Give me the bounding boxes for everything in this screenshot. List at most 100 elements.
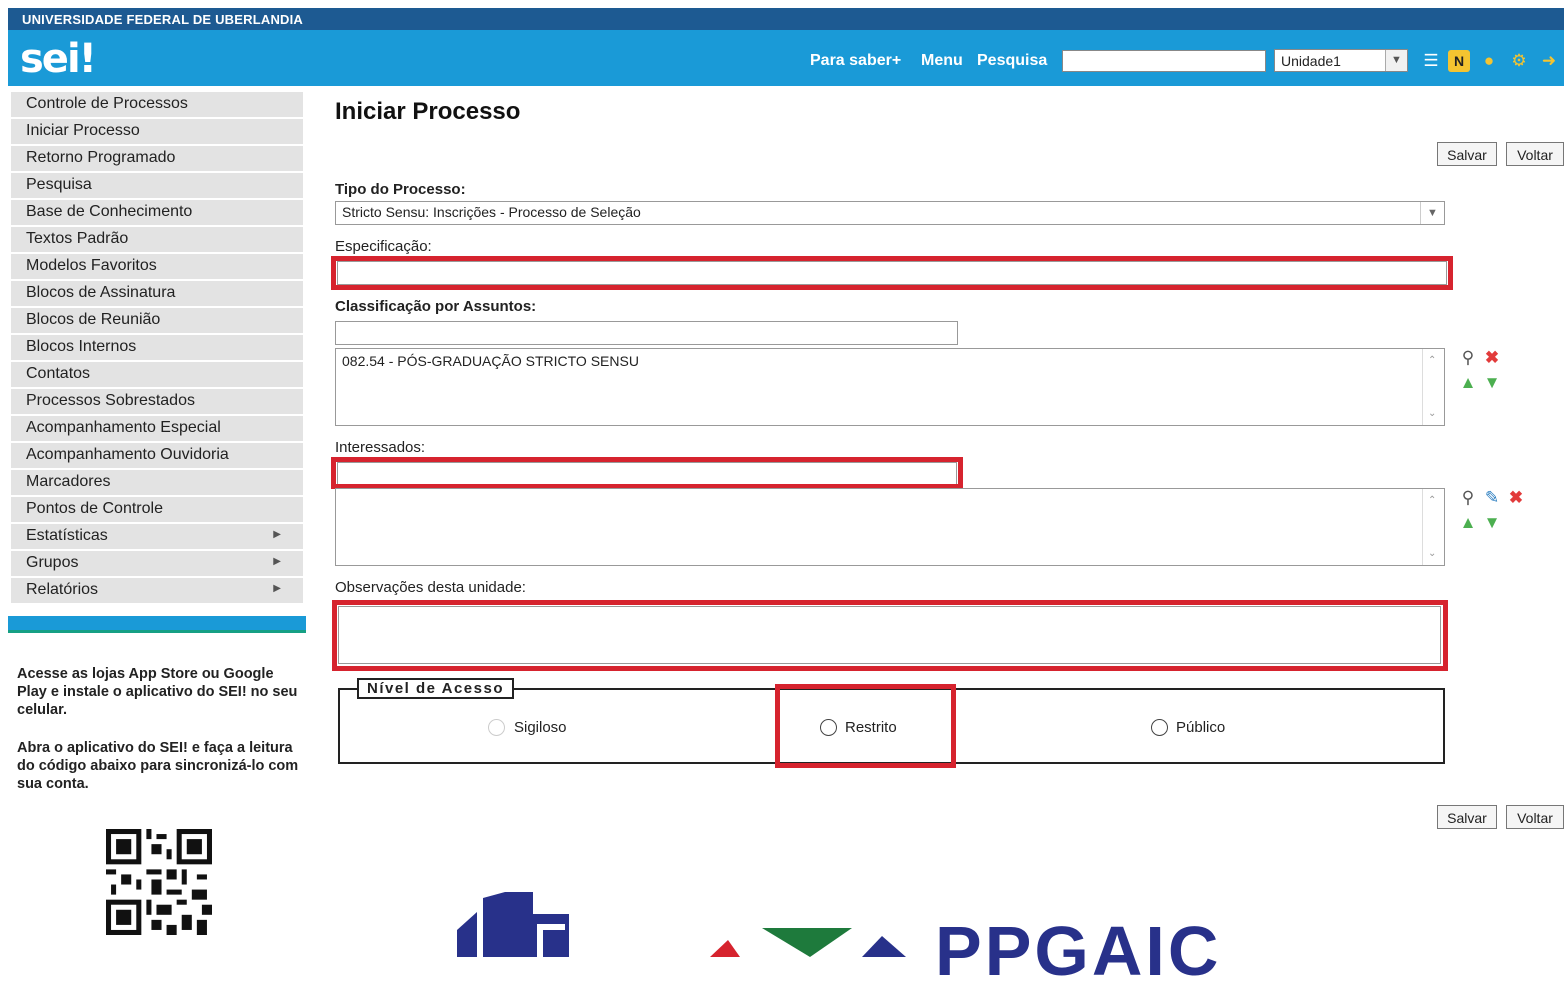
scrollbar[interactable]: ⌃ ⌄ bbox=[1422, 349, 1444, 425]
classificacao-list[interactable]: 082.54 - PÓS-GRADUAÇÃO STRICTO SENSU ⌃ ⌄ bbox=[335, 348, 1445, 426]
sidebar-item-controle-processos[interactable]: Controle de Processos bbox=[11, 92, 303, 117]
sidebar-item-label: Blocos de Assinatura bbox=[26, 284, 176, 301]
sidebar-item-acompanhamento-ouvidoria[interactable]: Acompanhamento Ouvidoria bbox=[11, 443, 303, 468]
sidebar-item-blocos-reuniao[interactable]: Blocos de Reunião bbox=[11, 308, 303, 333]
sidebar-item-modelos-favoritos[interactable]: Modelos Favoritos bbox=[11, 254, 303, 279]
sidebar-item-label: Base de Conhecimento bbox=[26, 203, 193, 220]
edit-icon[interactable]: ✎ bbox=[1482, 488, 1502, 508]
sidebar-item-label: Iniciar Processo bbox=[26, 122, 140, 139]
sidebar-item-marcadores[interactable]: Marcadores bbox=[11, 470, 303, 495]
user-icon[interactable]: ● bbox=[1478, 50, 1500, 72]
sidebar-menu: Controle de Processos Iniciar Processo R… bbox=[11, 92, 303, 605]
sidebar-item-acompanhamento-especial[interactable]: Acompanhamento Especial bbox=[11, 416, 303, 441]
remove-icon[interactable]: ✖ bbox=[1482, 348, 1502, 368]
ppgaic-logo bbox=[710, 928, 906, 957]
chevron-up-icon: ⌃ bbox=[1428, 355, 1437, 366]
sidebar-item-label: Acompanhamento Especial bbox=[26, 419, 221, 436]
sidebar-item-label: Marcadores bbox=[26, 473, 111, 490]
sidebar-item-relatorios[interactable]: Relatórios ▶ bbox=[11, 578, 303, 603]
sidebar-item-label: Pesquisa bbox=[26, 176, 92, 193]
search-icon[interactable]: ⚲ bbox=[1458, 348, 1478, 368]
highlight-restrito bbox=[775, 684, 956, 768]
exit-icon[interactable]: ➜ bbox=[1538, 50, 1560, 72]
classificacao-input[interactable] bbox=[335, 321, 958, 345]
highlight-interessados bbox=[331, 457, 963, 489]
sidebar-item-retorno-programado[interactable]: Retorno Programado bbox=[11, 146, 303, 171]
grid-icon[interactable]: ☰ bbox=[1420, 50, 1442, 72]
institution-name: UNIVERSIDADE FEDERAL DE UBERLANDIA bbox=[22, 12, 304, 27]
chevron-up-icon: ⌃ bbox=[1428, 495, 1437, 506]
classificacao-label: Classificação por Assuntos: bbox=[335, 298, 537, 315]
radio-sigiloso-label[interactable]: Sigiloso bbox=[514, 719, 567, 736]
radio-sigiloso[interactable] bbox=[488, 719, 505, 736]
sidebar-item-label: Blocos de Reunião bbox=[26, 311, 161, 328]
sidebar-item-label: Acompanhamento Ouvidoria bbox=[26, 446, 229, 463]
sidebar-item-pesquisa[interactable]: Pesquisa bbox=[11, 173, 303, 198]
sidebar-item-grupos[interactable]: Grupos ▶ bbox=[11, 551, 303, 576]
search-icon[interactable]: ⚲ bbox=[1458, 488, 1478, 508]
save-button[interactable]: Salvar bbox=[1437, 142, 1497, 166]
para-saber-link[interactable]: Para saber+ bbox=[810, 52, 901, 70]
arrow-down-icon[interactable]: ▼ bbox=[1482, 373, 1502, 393]
arrow-up-icon[interactable]: ▲ bbox=[1458, 373, 1478, 393]
chevron-right-icon: ▶ bbox=[273, 529, 281, 540]
ppgaic-logo-text: PPGAIC bbox=[935, 912, 1222, 990]
wrench-icon[interactable]: ⚙ bbox=[1508, 50, 1530, 72]
sidebar-item-label: Relatórios bbox=[26, 581, 99, 598]
arrow-up-icon[interactable]: ▲ bbox=[1458, 513, 1478, 533]
interessados-label: Interessados: bbox=[335, 439, 426, 456]
search-input[interactable] bbox=[1062, 50, 1266, 72]
institution-bar: UNIVERSIDADE FEDERAL DE UBERLANDIA bbox=[8, 8, 1564, 30]
sidebar-item-base-conhecimento[interactable]: Base de Conhecimento bbox=[11, 200, 303, 225]
sidebar-item-label: Processos Sobrestados bbox=[26, 392, 195, 409]
radio-publico-label[interactable]: Público bbox=[1176, 719, 1225, 736]
pesquisa-link[interactable]: Pesquisa bbox=[977, 52, 1047, 70]
sidebar-item-processos-sobrestados[interactable]: Processos Sobrestados bbox=[11, 389, 303, 414]
sidebar-item-label: Retorno Programado bbox=[26, 149, 176, 166]
sidebar-item-contatos[interactable]: Contatos bbox=[11, 362, 303, 387]
sidebar-item-pontos-controle[interactable]: Pontos de Controle bbox=[11, 497, 303, 522]
back-button[interactable]: Voltar bbox=[1506, 142, 1564, 166]
radio-publico[interactable] bbox=[1151, 719, 1168, 736]
sidebar-divider bbox=[8, 616, 306, 633]
chevron-right-icon: ▶ bbox=[273, 583, 281, 594]
sidebar-item-label: Pontos de Controle bbox=[26, 500, 163, 517]
menu-link[interactable]: Menu bbox=[921, 52, 963, 70]
unit-select[interactable]: Unidade1 ▼ bbox=[1274, 49, 1408, 72]
sidebar-item-iniciar-processo[interactable]: Iniciar Processo bbox=[11, 119, 303, 144]
remove-icon[interactable]: ✖ bbox=[1506, 488, 1526, 508]
header-bar: sei! Para saber+ Menu Pesquisa Unidade1 … bbox=[8, 30, 1564, 86]
unit-select-value: Unidade1 bbox=[1281, 53, 1341, 69]
tipo-processo-value: Stricto Sensu: Inscrições - Processo de … bbox=[342, 204, 641, 220]
sidebar-item-blocos-internos[interactable]: Blocos Internos bbox=[11, 335, 303, 360]
chevron-down-icon: ⌄ bbox=[1428, 408, 1437, 419]
observacoes-label: Observações desta unidade: bbox=[335, 579, 526, 596]
sidebar-item-blocos-assinatura[interactable]: Blocos de Assinatura bbox=[11, 281, 303, 306]
sidebar-item-label: Blocos Internos bbox=[26, 338, 137, 355]
sidebar-item-label: Modelos Favoritos bbox=[26, 257, 157, 274]
list-item[interactable]: 082.54 - PÓS-GRADUAÇÃO STRICTO SENSU bbox=[342, 353, 1438, 369]
back-button-bottom[interactable]: Voltar bbox=[1506, 805, 1564, 829]
scrollbar[interactable]: ⌃ ⌄ bbox=[1422, 489, 1444, 565]
nivel-acesso-legend: Nível de Acesso bbox=[357, 678, 514, 699]
sidebar-item-textos-padrao[interactable]: Textos Padrão bbox=[11, 227, 303, 252]
tipo-processo-select[interactable]: Stricto Sensu: Inscrições - Processo de … bbox=[335, 201, 1445, 225]
sidebar-item-estatisticas[interactable]: Estatísticas ▶ bbox=[11, 524, 303, 549]
sidebar-item-label: Contatos bbox=[26, 365, 91, 382]
save-button-bottom[interactable]: Salvar bbox=[1437, 805, 1497, 829]
especificacao-label: Especificação: bbox=[335, 238, 432, 255]
qr-code bbox=[106, 829, 212, 935]
chevron-right-icon: ▶ bbox=[273, 556, 281, 567]
sidebar-item-label: Textos Padrão bbox=[26, 230, 129, 247]
sei-logo[interactable]: sei! bbox=[20, 36, 97, 82]
sidebar-item-label: Estatísticas bbox=[26, 527, 108, 544]
qr-instructions-text: Abra o aplicativo do SEI! e faça a leitu… bbox=[17, 740, 299, 792]
app-store-text: Acesse as lojas App Store ou Google Play… bbox=[17, 666, 298, 718]
arrow-down-icon[interactable]: ▼ bbox=[1482, 513, 1502, 533]
notification-icon[interactable]: N bbox=[1448, 50, 1470, 72]
ufu-logo bbox=[457, 892, 569, 957]
page-title: Iniciar Processo bbox=[335, 98, 521, 125]
highlight-observacoes bbox=[332, 600, 1448, 671]
interessados-list[interactable]: ⌃ ⌄ bbox=[335, 488, 1445, 566]
sidebar-item-label: Grupos bbox=[26, 554, 79, 571]
